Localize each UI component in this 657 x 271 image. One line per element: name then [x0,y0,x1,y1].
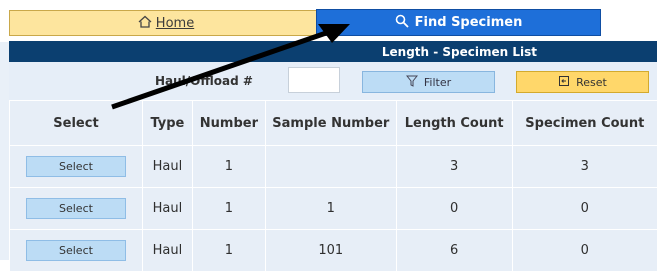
filter-label: Filter [424,76,451,89]
col-header-number: Number [192,101,265,146]
length-count-cell: 0 [396,188,512,230]
find-specimen-label: Find Specimen [415,15,523,30]
specimen-count-cell: 0 [512,230,657,271]
length-count-cell: 6 [396,230,512,271]
select-button[interactable]: Select [26,240,126,261]
type-cell: Haul [142,188,192,230]
haul-offload-input[interactable] [288,67,340,93]
select-cell: Select [10,146,143,188]
specimen-count-cell: 3 [512,146,657,188]
filter-button[interactable]: Filter [362,71,495,93]
specimen-count-cell: 0 [512,188,657,230]
home-button[interactable]: Home [9,10,323,36]
select-cell: Select [10,188,143,230]
table-row: Select Haul 1 1 0 0 [10,188,657,230]
specimen-table: Select Type Number Sample Number Length … [9,100,657,271]
panel-title: Length - Specimen List [9,41,657,62]
col-header-length-count: Length Count [396,101,512,146]
type-cell: Haul [142,146,192,188]
sample-number-cell: 1 [265,188,396,230]
number-cell: 1 [192,230,265,271]
select-button[interactable]: Select [26,156,126,177]
find-specimen-button[interactable]: Find Specimen [316,9,601,36]
filter-icon [406,75,418,90]
reset-button[interactable]: Reset [516,71,649,93]
sample-number-cell [265,146,396,188]
length-count-cell: 3 [396,146,512,188]
home-label: Home [156,16,194,31]
col-header-select: Select [10,101,143,146]
number-cell: 1 [192,146,265,188]
search-icon [395,14,409,32]
table-row: Select Haul 1 101 6 0 [10,230,657,271]
home-icon [138,15,152,32]
table-row: Select Haul 1 3 3 [10,146,657,188]
table-header-row: Select Type Number Sample Number Length … [10,101,657,146]
col-header-type: Type [142,101,192,146]
sample-number-cell: 101 [265,230,396,271]
col-header-sample-number: Sample Number [265,101,396,146]
number-cell: 1 [192,188,265,230]
col-header-specimen-count: Specimen Count [512,101,657,146]
select-button[interactable]: Select [26,198,126,219]
haul-offload-label: Haul/Offload # [155,74,253,88]
reset-label: Reset [576,76,607,89]
select-cell: Select [10,230,143,271]
reset-icon [558,75,570,90]
type-cell: Haul [142,230,192,271]
